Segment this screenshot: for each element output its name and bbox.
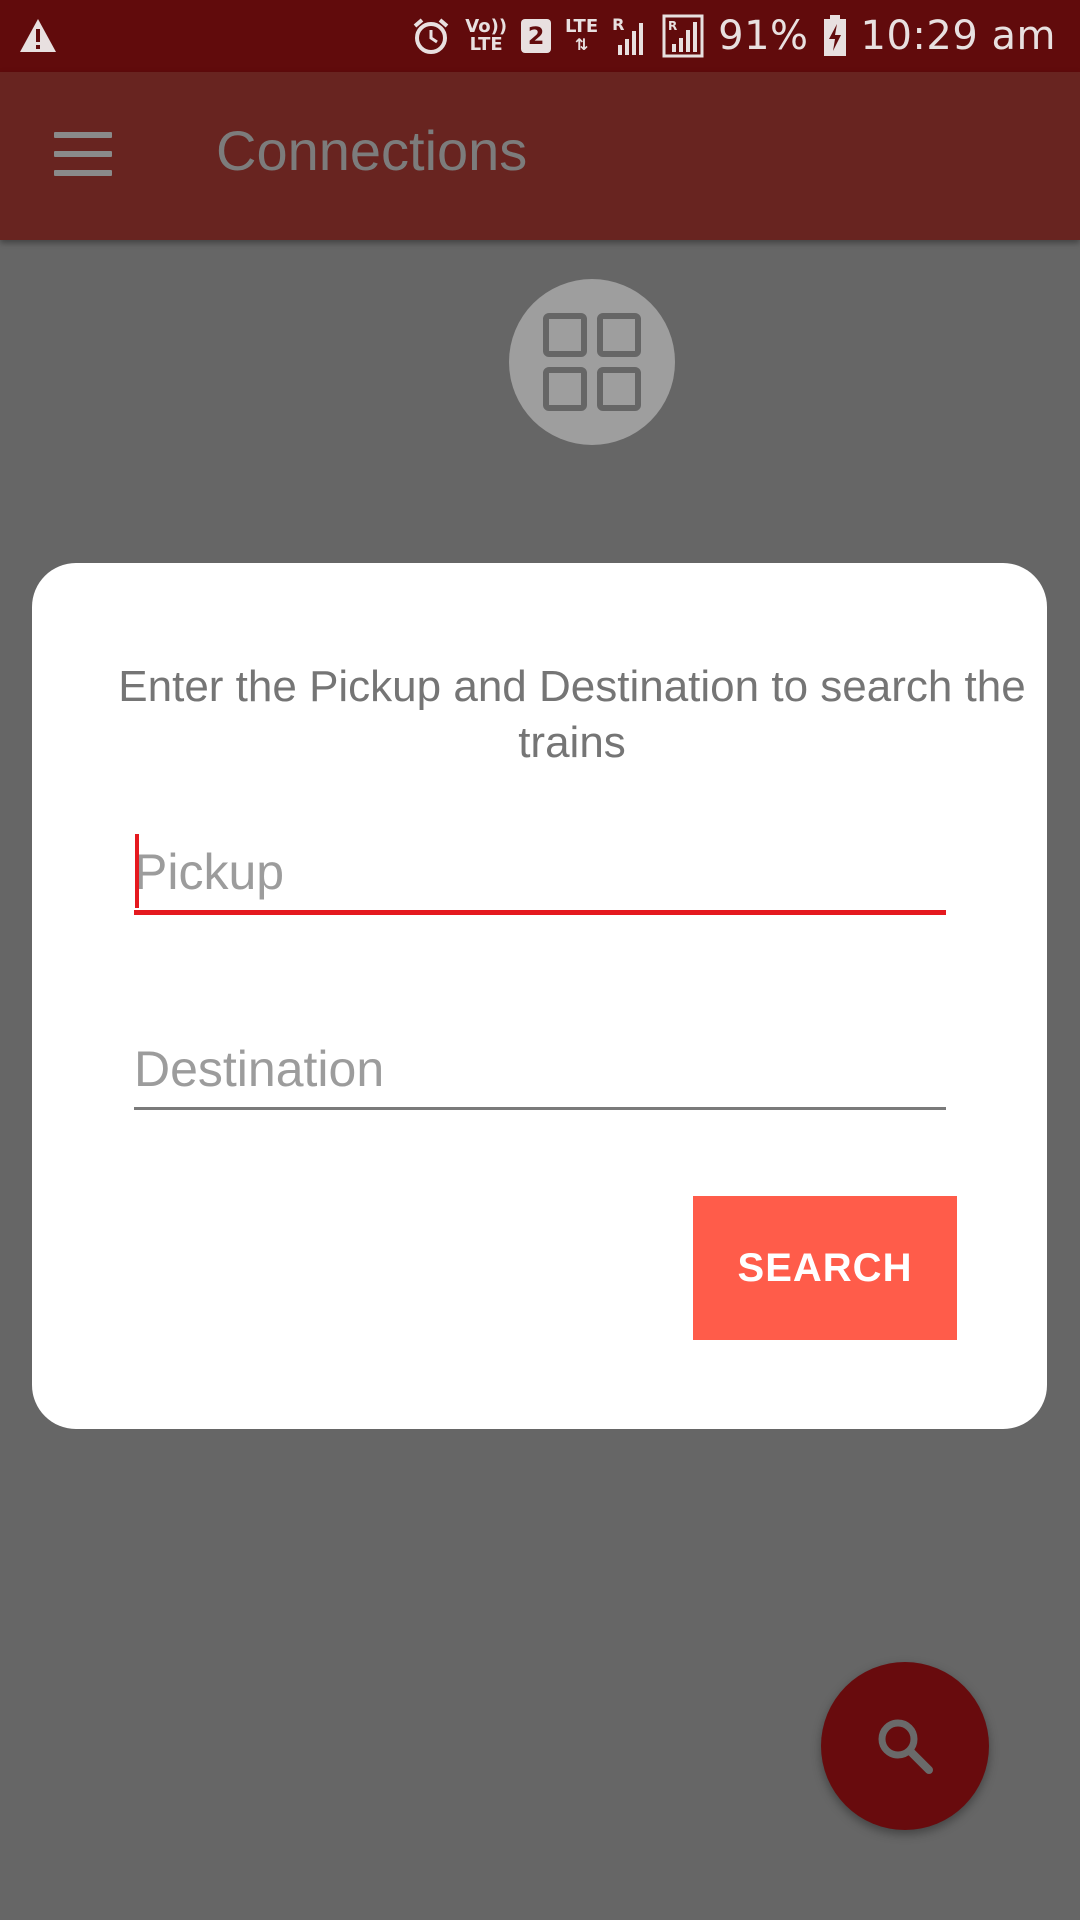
data-arrows: ⇅ — [574, 35, 589, 54]
volte-bottom-text: LTE — [469, 34, 503, 55]
pickup-input[interactable] — [134, 834, 946, 910]
status-bar: Vo)) LTE 2 LTE ⇅ R R 91% 10:29 am — [0, 0, 1080, 72]
pickup-underline — [134, 910, 946, 915]
lte-text: LTE — [565, 16, 599, 37]
signal-icon: R — [612, 15, 648, 57]
dialog-message: Enter the Pickup and Destination to sear… — [118, 662, 1026, 767]
text-cursor — [135, 834, 139, 908]
clock: 10:29 am — [860, 13, 1056, 59]
destination-underline — [134, 1107, 946, 1110]
search-icon — [878, 1719, 933, 1774]
search-fab[interactable] — [821, 1662, 989, 1830]
app-bar: Connections — [0, 72, 1080, 240]
search-button[interactable]: SEARCH — [693, 1196, 957, 1340]
status-icons: Vo)) LTE 2 LTE ⇅ R R 91% 10:29 am — [411, 0, 1056, 72]
search-dialog: Enter the Pickup and Destination to sear… — [32, 563, 1047, 1429]
lte-data-icon: LTE ⇅ — [565, 18, 598, 54]
volte-icon: Vo)) LTE — [465, 18, 507, 54]
destination-input[interactable] — [134, 1031, 946, 1107]
alarm-icon — [413, 18, 449, 54]
battery-charging-icon — [823, 15, 846, 56]
hamburger-menu-icon[interactable] — [54, 132, 112, 178]
pickup-field-container — [134, 834, 946, 915]
grid-view-button[interactable] — [509, 279, 675, 445]
warning-icon — [20, 19, 56, 52]
screen: Vo)) LTE 2 LTE ⇅ R R 91% 10:29 am Connec… — [0, 0, 1080, 1920]
svg-text:R: R — [668, 19, 677, 33]
page-title: Connections — [216, 119, 528, 182]
sim-badge-text: 2 — [527, 22, 545, 50]
signal-roaming-icon: R — [662, 14, 704, 58]
destination-field-container — [134, 1031, 946, 1110]
sim-2-icon: 2 — [521, 19, 552, 53]
battery-percent: 91% — [718, 13, 809, 59]
grid-view-icon — [543, 313, 641, 411]
